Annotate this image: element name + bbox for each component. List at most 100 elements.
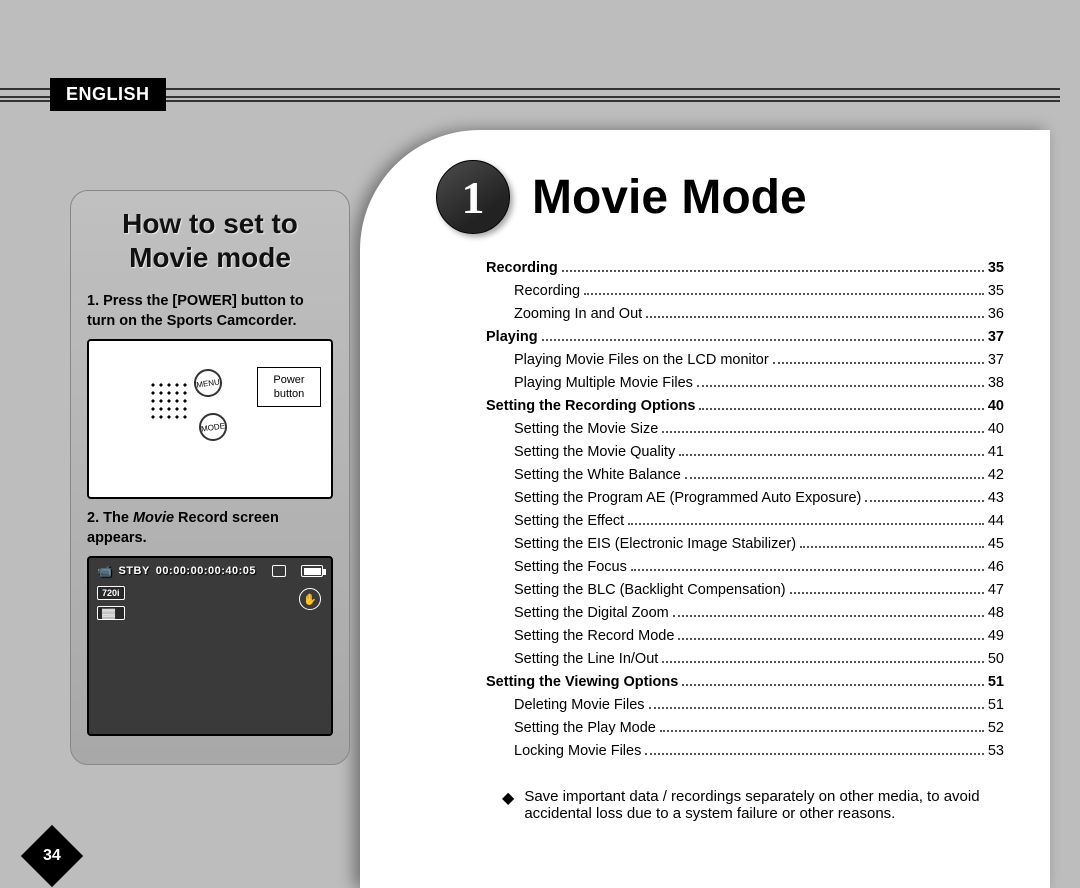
toc-leader-dots (584, 293, 984, 295)
toc-leader-dots (542, 339, 984, 341)
toc-page-number: 50 (988, 649, 1004, 670)
toc-page-number: 35 (988, 258, 1004, 279)
toc-leader-dots (628, 523, 984, 525)
toc-label: Setting the White Balance (514, 465, 681, 486)
memory-card-icon (272, 565, 286, 577)
record-status: STBY (118, 565, 149, 577)
toc-label: Playing (486, 327, 538, 348)
toc-page-number: 49 (988, 626, 1004, 647)
diamond-bullet-icon: ◆ (502, 788, 514, 822)
toc-page-number: 42 (988, 465, 1004, 486)
resolution-badge: 720i (97, 586, 125, 600)
page-title: Movie Mode (532, 170, 807, 225)
toc-leader-dots (800, 546, 984, 548)
toc-row: Setting the EIS (Electronic Image Stabil… (486, 534, 1004, 555)
step-1-text: 1. Press the [POWER] button to turn on t… (87, 292, 333, 331)
toc-page-number: 44 (988, 511, 1004, 532)
toc-row: Setting the Movie Size40 (486, 419, 1004, 440)
toc-label: Recording (514, 281, 580, 302)
footnote-text: Save important data / recordings separat… (524, 788, 994, 822)
step-2-prefix: 2. The (87, 510, 133, 526)
toc-label: Playing Movie Files on the LCD monitor (514, 350, 769, 371)
toc-leader-dots (646, 316, 984, 318)
record-scene-bg (89, 558, 331, 734)
toc-page-number: 37 (988, 327, 1004, 348)
toc-row: Recording 35 (486, 281, 1004, 302)
record-side-icons: 720i ▓▓ (97, 586, 125, 620)
toc-row: Recording 35 (486, 258, 1004, 279)
toc-leader-dots (673, 615, 984, 617)
toc-label: Setting the Program AE (Programmed Auto … (514, 488, 861, 509)
toc-row: Setting the Play Mode52 (486, 718, 1004, 739)
toc-leader-dots (685, 477, 984, 479)
toc-label: Recording (486, 258, 558, 279)
toc-leader-dots (682, 684, 984, 686)
sidebar-title-line2: Movie mode (129, 242, 291, 273)
toc-page-number: 38 (988, 373, 1004, 394)
toc-row: Setting the Movie Quality 41 (486, 442, 1004, 463)
toc-label: Setting the EIS (Electronic Image Stabil… (514, 534, 796, 555)
page-heading: 1 Movie Mode (436, 160, 1004, 234)
toc-page-number: 53 (988, 741, 1004, 762)
record-time: 00:00:00:00:40:05 (156, 565, 256, 577)
arrow-dots-icon (149, 381, 189, 421)
toc-row: Playing Movie Files on the LCD monitor37 (486, 350, 1004, 371)
toc-label: Playing Multiple Movie Files (514, 373, 693, 394)
toc-leader-dots (773, 362, 984, 364)
toc-leader-dots (865, 500, 983, 502)
toc-row: Zooming In and Out36 (486, 304, 1004, 325)
toc-row: Setting the Viewing Options 51 (486, 672, 1004, 693)
toc-row: Setting the Digital Zoom48 (486, 603, 1004, 624)
toc-leader-dots (662, 661, 984, 663)
toc-leader-dots (645, 753, 984, 755)
toc-leader-dots (699, 408, 983, 410)
toc-row: Setting the White Balance 42 (486, 465, 1004, 486)
main-page: 1 Movie Mode Recording35Recording35Zoomi… (360, 130, 1050, 888)
power-button-illustration: MENU MODE Power button (87, 339, 333, 499)
mode-button-icon: MODE (197, 412, 229, 444)
toc-row: Setting the Record Mode49 (486, 626, 1004, 647)
toc-label: Deleting Movie Files (514, 695, 645, 716)
toc-leader-dots (631, 569, 984, 571)
toc-page-number: 45 (988, 534, 1004, 555)
battery-icon (301, 565, 323, 577)
power-label-2: button (274, 388, 305, 400)
toc-page-number: 40 (988, 419, 1004, 440)
toc-page-number: 43 (988, 488, 1004, 509)
quality-icon: ▓▓ (97, 606, 125, 620)
chapter-number-circle: 1 (436, 160, 510, 234)
toc-label: Setting the Play Mode (514, 718, 656, 739)
toc-row: Setting the Effect 44 (486, 511, 1004, 532)
toc-label: Setting the Focus (514, 557, 627, 578)
toc-row: Playing Multiple Movie Files 38 (486, 373, 1004, 394)
toc-row: Locking Movie Files53 (486, 741, 1004, 762)
eis-hand-icon: ✋ (299, 588, 321, 610)
toc-leader-dots (678, 638, 983, 640)
toc-label: Setting the Digital Zoom (514, 603, 669, 624)
language-badge: ENGLISH (50, 78, 166, 111)
toc-label: Setting the Recording Options (486, 396, 695, 417)
toc-page-number: 40 (988, 396, 1004, 417)
toc-page-number: 47 (988, 580, 1004, 601)
toc-page-number: 35 (988, 281, 1004, 302)
toc-leader-dots (679, 454, 984, 456)
step-2-text: 2. The Movie Record screen appears. (87, 509, 333, 548)
toc-page-number: 51 (988, 672, 1004, 693)
toc-row: Setting the Recording Options 40 (486, 396, 1004, 417)
toc-label: Setting the Viewing Options (486, 672, 678, 693)
toc-label: Setting the Effect (514, 511, 624, 532)
page-canvas: ENGLISH How to set to Movie mode 1. Pres… (0, 0, 1080, 888)
sidebar-panel: How to set to Movie mode 1. Press the [P… (70, 190, 350, 765)
toc-page-number: 46 (988, 557, 1004, 578)
toc-label: Setting the Movie Quality (514, 442, 675, 463)
table-of-contents: Recording35Recording35Zooming In and Out… (486, 258, 1004, 762)
power-button-callout: Power button (257, 367, 321, 407)
toc-row: Deleting Movie Files51 (486, 695, 1004, 716)
sidebar-title: How to set to Movie mode (85, 207, 335, 274)
sidebar-title-line1: How to set to (122, 208, 298, 239)
power-label-1: Power (273, 374, 304, 386)
toc-leader-dots (562, 270, 984, 272)
toc-page-number: 41 (988, 442, 1004, 463)
toc-leader-dots (790, 592, 984, 594)
header-bar: ENGLISH (0, 70, 1080, 130)
